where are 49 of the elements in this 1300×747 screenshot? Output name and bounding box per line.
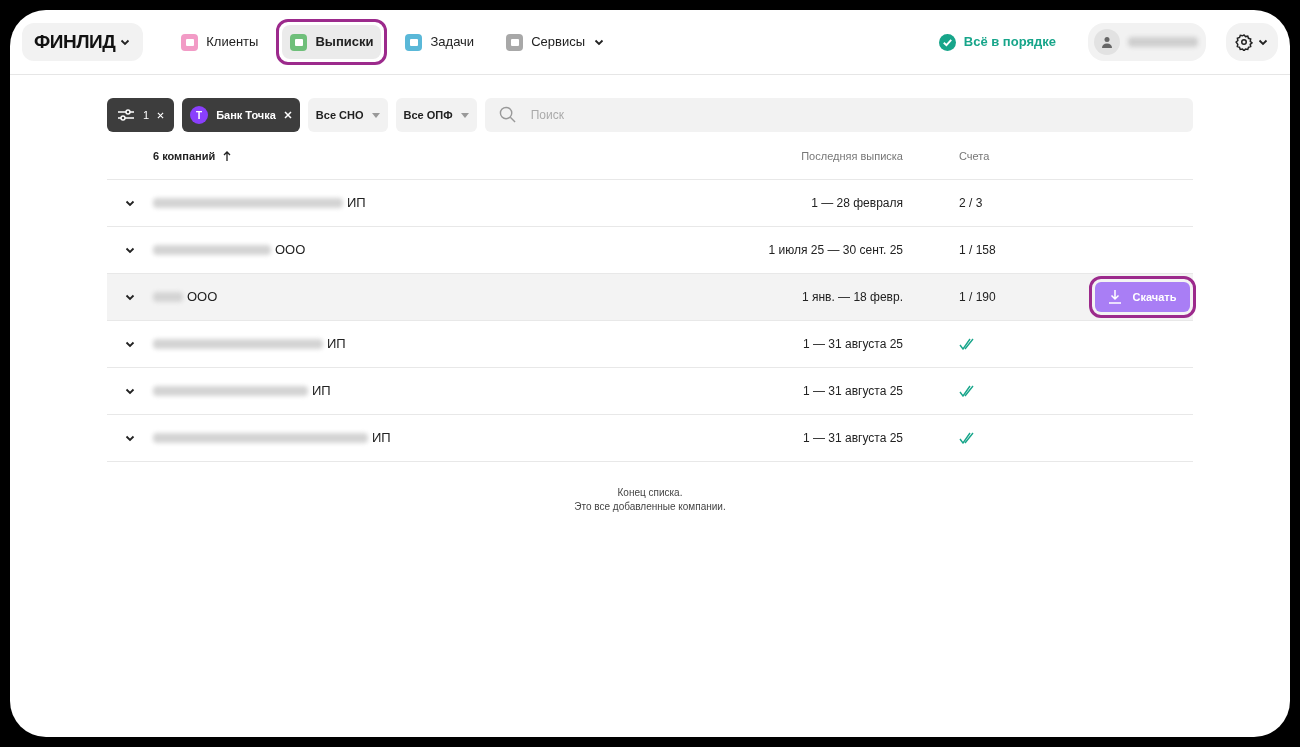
nav-tab[interactable]: Задачи [397, 25, 483, 59]
redacted-text [153, 292, 183, 302]
settings-button[interactable] [1226, 23, 1278, 61]
accounts-cell: 2 / 3 [959, 196, 983, 210]
close-icon[interactable] [283, 111, 292, 119]
company-form: ИП [327, 335, 346, 354]
company-form: ИП [347, 194, 366, 213]
company-form: ООО [187, 288, 218, 307]
company-form: ИП [312, 382, 331, 401]
bank-letter-icon: Т [190, 106, 209, 124]
period-cell-text: 1 июля 25 — 30 сент. 25 [767, 242, 903, 259]
period-cell-text: 1 — 31 августа 25 [801, 430, 903, 447]
column-header[interactable]: 6 компаний [153, 147, 232, 165]
company-form: ООО [275, 241, 306, 260]
caret-icon [371, 112, 380, 118]
period-cell-text: 1 — 31 августа 25 [801, 383, 903, 400]
column-header: Счета [959, 148, 991, 164]
nav-tab[interactable]: Клиенты [173, 25, 267, 59]
filter-dropdown[interactable]: Все ОПФ [395, 98, 477, 132]
sort-arrow-icon [223, 151, 232, 161]
nav-tab[interactable]: Выписки [282, 25, 382, 59]
nav-tab[interactable]: Сервисы [498, 25, 613, 59]
check-circle-icon [938, 33, 956, 51]
filter-count: 1 [143, 107, 150, 123]
download-icon [1108, 290, 1121, 304]
search-icon [498, 106, 516, 123]
filter-settings-chip[interactable]: 1 [107, 98, 175, 132]
end-of-list-note: Это все добавленные компании. [574, 500, 726, 514]
accounts-cell: 1 / 190 [959, 290, 996, 304]
sliders-icon [117, 108, 135, 122]
column-header: Последняя выписка [800, 148, 903, 164]
period-cell-text: 1 — 31 августа 25 [801, 336, 903, 353]
accounts-cell: 1 / 158 [959, 243, 996, 257]
status-text: Всё в порядке [963, 33, 1056, 52]
bank-name: Банк Точка [216, 107, 276, 123]
period-cell-text: 1 — 28 февраля [810, 195, 903, 212]
redacted-text [1128, 37, 1198, 47]
end-of-list-note: Конец списка. [617, 486, 683, 500]
company-form: ИП [372, 429, 391, 448]
table-row[interactable]: ООО 1 янв. — 18 февр. 1 / 190 Скачать [107, 274, 1193, 321]
bank-chip[interactable]: Т Банк Точка [182, 98, 300, 132]
filter-dropdown[interactable]: Все СНО [307, 98, 388, 132]
logo-button[interactable]: ФИНЛИД [22, 23, 144, 61]
close-icon[interactable] [157, 111, 165, 119]
user-avatar-icon [1094, 29, 1120, 55]
search-field[interactable]: Поиск [484, 98, 1193, 132]
period-cell-text: 1 янв. — 18 февр. [800, 289, 903, 306]
caret-icon [460, 112, 469, 118]
settings-icon [1235, 33, 1253, 51]
